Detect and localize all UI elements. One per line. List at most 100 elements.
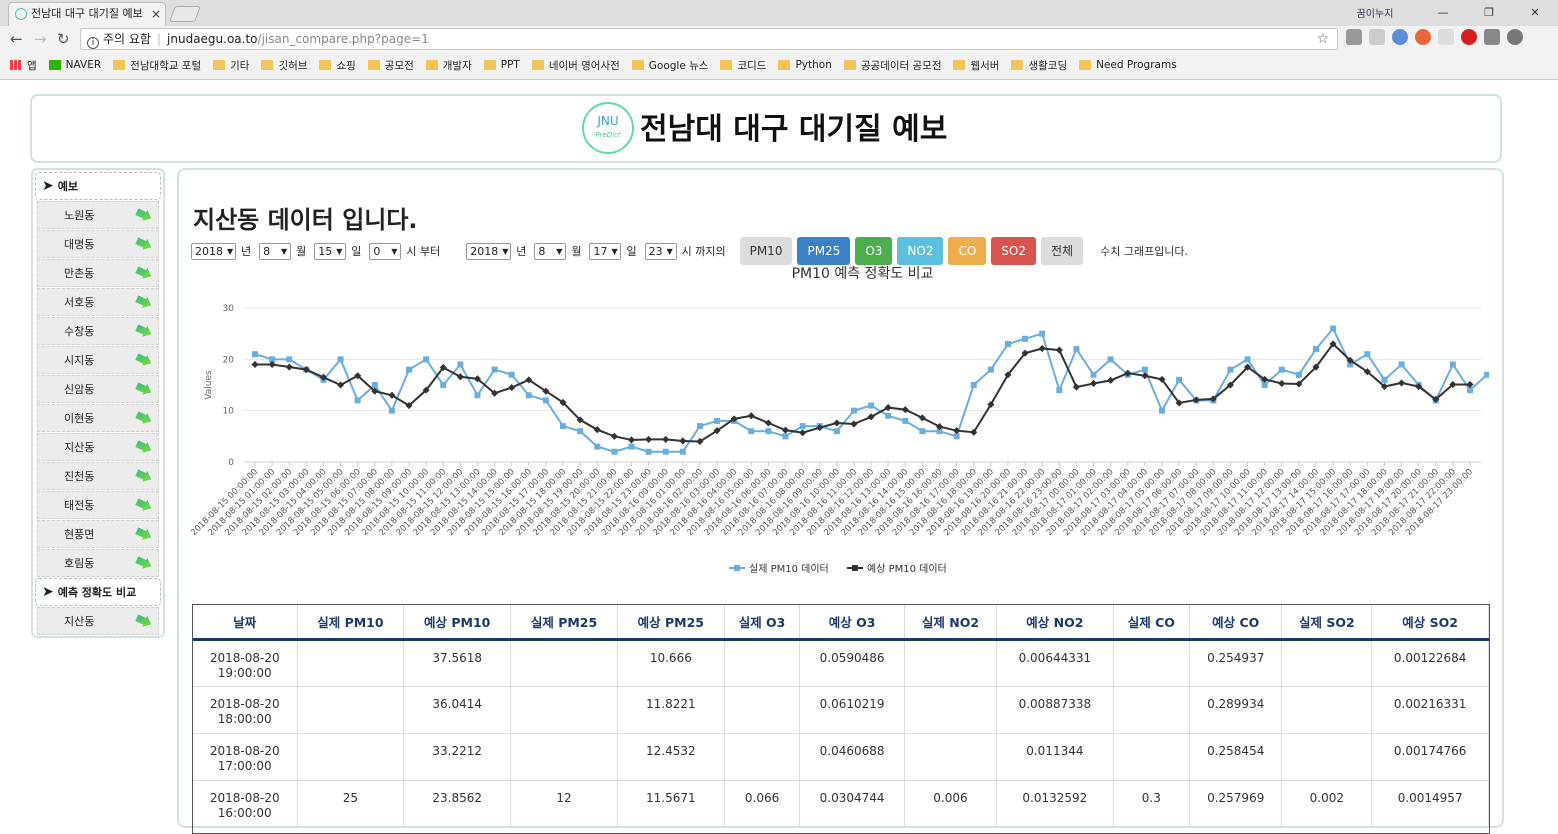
- sidebar-section-label: 예보: [57, 180, 78, 193]
- forward-icon[interactable]: →: [34, 30, 47, 48]
- sidebar-item[interactable]: 대명동: [37, 230, 159, 258]
- data-point: [748, 428, 755, 435]
- green-arrow-icon: [134, 467, 154, 485]
- new-tab-button[interactable]: [169, 6, 201, 22]
- pollutant-button[interactable]: PM10: [739, 237, 793, 265]
- reload-icon[interactable]: ↻: [57, 30, 70, 48]
- maximize-icon[interactable]: ❐: [1466, 6, 1512, 19]
- extension-icon[interactable]: [1438, 29, 1454, 45]
- data-point: [901, 406, 909, 414]
- minimize-icon[interactable]: —: [1420, 6, 1466, 19]
- data-point: [285, 363, 293, 371]
- pollutant-button[interactable]: PM25: [797, 237, 851, 265]
- sidebar-section-accuracy[interactable]: ➤ 예측 정확도 비교: [35, 578, 161, 606]
- bookmark-item[interactable]: 쇼핑: [319, 58, 356, 73]
- bookmark-label: 기타: [230, 59, 250, 72]
- to-year-select[interactable]: 2018 ▼: [466, 242, 512, 260]
- bookmark-item[interactable]: 네이버 영어사전: [531, 58, 620, 73]
- bookmark-item[interactable]: 공모전: [367, 58, 414, 73]
- extension-icon[interactable]: [1392, 29, 1408, 45]
- back-icon[interactable]: ←: [10, 30, 23, 48]
- from-year-select[interactable]: 2018 ▼: [191, 242, 236, 260]
- bookmark-star-icon[interactable]: ☆: [1316, 29, 1329, 49]
- table-cell: [904, 686, 998, 734]
- extension-icon[interactable]: [1484, 29, 1500, 45]
- profile-button[interactable]: 꿈이누지: [1330, 5, 1420, 20]
- data-point: [885, 412, 892, 419]
- from-month-select[interactable]: 8 ▼: [259, 242, 292, 260]
- sidebar-item[interactable]: 서호동: [37, 288, 159, 316]
- sidebar-item[interactable]: 지산동: [37, 433, 159, 461]
- extension-icon[interactable]: [1346, 29, 1362, 45]
- to-hour-select[interactable]: 23 ▼: [644, 242, 677, 260]
- bookmark-item[interactable]: Google 뉴스: [631, 58, 708, 73]
- data-point: [1073, 346, 1080, 353]
- bookmark-item[interactable]: Need Programs: [1079, 59, 1177, 71]
- green-arrow-icon: [134, 380, 154, 398]
- data-point: [1038, 345, 1046, 353]
- series-line: [254, 326, 1488, 453]
- bookmark-item[interactable]: NAVER: [48, 59, 101, 71]
- bookmark-item[interactable]: 전남대학교 포털: [113, 58, 201, 73]
- to-day-select[interactable]: 17 ▼: [589, 242, 622, 260]
- opera-icon[interactable]: [1461, 29, 1477, 45]
- sidebar-item[interactable]: 수창동: [37, 317, 159, 345]
- site-logo[interactable]: JNU PreDict: [582, 102, 634, 154]
- data-point: [1398, 379, 1406, 387]
- sidebar-item[interactable]: 신암동: [37, 375, 159, 403]
- data-point: [560, 423, 567, 430]
- bookmark-item[interactable]: 생활코딩: [1011, 58, 1067, 73]
- pollutant-button[interactable]: SO2: [991, 237, 1036, 265]
- folder-icon: [631, 60, 644, 70]
- sidebar-item[interactable]: 호림동: [37, 549, 159, 577]
- close-tab-icon[interactable]: ×: [151, 3, 161, 25]
- pollutant-button[interactable]: 전체: [1041, 237, 1084, 265]
- bookmark-item[interactable]: Python: [778, 59, 832, 71]
- extension-icon[interactable]: [1507, 29, 1523, 45]
- sidebar-item[interactable]: 지산동: [37, 607, 159, 635]
- bookmark-item[interactable]: 기타: [213, 58, 249, 73]
- pollutant-button[interactable]: CO: [948, 237, 987, 265]
- to-month-select[interactable]: 8 ▼: [534, 242, 567, 260]
- sidebar-item-label: 수창동: [64, 325, 95, 338]
- sidebar-item[interactable]: 노원동: [37, 201, 159, 229]
- extension-icon[interactable]: [1415, 29, 1431, 45]
- page-title: 지산동 데이터 입니다.: [193, 206, 418, 234]
- bookmark-item[interactable]: 코디드: [720, 58, 766, 73]
- sidebar-item[interactable]: 이현동: [37, 404, 159, 432]
- browser-tab[interactable]: 전남대 대구 대기질 예보 ×: [8, 2, 166, 26]
- arrow-right-icon: ➤: [42, 584, 54, 600]
- info-icon[interactable]: i: [87, 37, 99, 49]
- address-bar[interactable]: i 주의 요함 | jnudaegu.oa.to/jisan_compare.php?…: [80, 28, 1338, 50]
- data-point: [645, 435, 653, 443]
- data-point: [1227, 366, 1234, 373]
- green-arrow-icon: [134, 351, 154, 369]
- sidebar-item[interactable]: 진천동: [37, 462, 159, 490]
- data-point: [1398, 361, 1405, 368]
- bookmark-item[interactable]: 깃허브: [261, 58, 307, 73]
- bookmark-item[interactable]: PPT: [483, 59, 520, 71]
- data-point: [902, 417, 909, 424]
- extension-icon[interactable]: [1369, 29, 1385, 45]
- from-day-select[interactable]: 15 ▼: [314, 242, 347, 260]
- sidebar-item[interactable]: 현풍면: [37, 520, 159, 548]
- sidebar-item[interactable]: 만촌동: [37, 259, 159, 287]
- bookmark-item[interactable]: 앱: [10, 58, 37, 73]
- from-hour-select[interactable]: 0 ▼: [369, 242, 402, 260]
- sidebar-section-forecast[interactable]: ➤ 예보: [35, 172, 161, 200]
- sidebar-item[interactable]: 시지동: [37, 346, 159, 374]
- bookmark-item[interactable]: 개발자: [425, 58, 472, 73]
- sidebar-item[interactable]: 태전동: [37, 491, 159, 519]
- close-window-icon[interactable]: ✕: [1512, 6, 1558, 19]
- sidebar-item-label: 노원동: [64, 209, 95, 222]
- pollutant-button[interactable]: O3: [855, 237, 893, 265]
- url-host: jnudaegu.oa.to: [167, 32, 258, 46]
- column-header: 날짜: [193, 605, 298, 641]
- data-point: [799, 429, 807, 437]
- bookmark-item[interactable]: 공공데이터 공모전: [843, 58, 941, 73]
- pollutant-button[interactable]: NO2: [897, 237, 944, 265]
- folder-icon: [425, 60, 438, 70]
- green-arrow-icon: [134, 235, 154, 253]
- bookmark-item[interactable]: 웹서버: [953, 58, 999, 73]
- chart-title: PM10 예측 정확도 비교: [792, 266, 934, 282]
